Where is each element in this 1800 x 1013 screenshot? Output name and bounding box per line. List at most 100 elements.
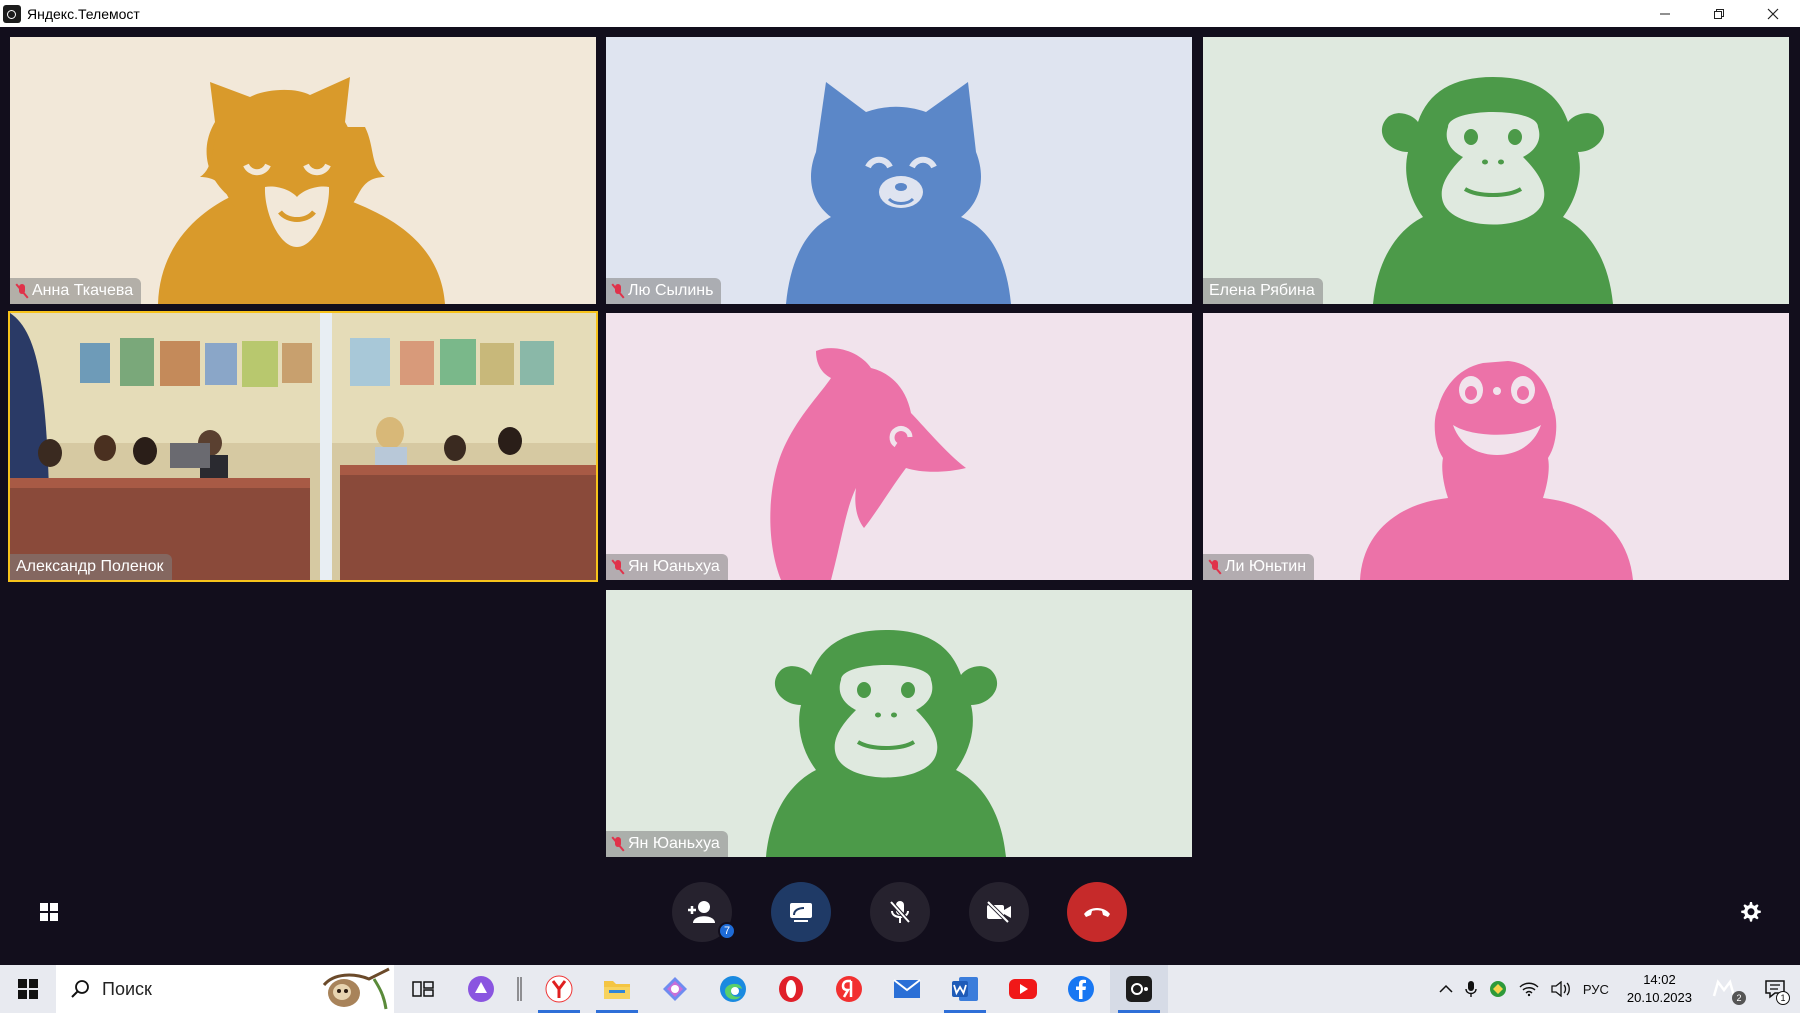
participant-tile-active-speaker[interactable]: Александр Поленок bbox=[8, 311, 598, 582]
notifications-button[interactable]: 1 bbox=[1750, 965, 1800, 1013]
clock-time: 14:02 bbox=[1643, 972, 1676, 987]
participant-tile[interactable]: Ян Юаньхуа bbox=[606, 313, 1192, 580]
speaker-icon bbox=[1551, 981, 1570, 997]
opera-icon bbox=[779, 976, 803, 1002]
participant-tile[interactable]: Ли Юньтин bbox=[1203, 313, 1789, 580]
facebook-button[interactable] bbox=[1052, 965, 1110, 1013]
camera-off-icon bbox=[986, 900, 1011, 924]
microphone-icon bbox=[1465, 981, 1477, 997]
participant-tile[interactable]: Анна Ткачева bbox=[10, 37, 596, 304]
grid-layout-icon bbox=[40, 903, 58, 921]
yandex-icon bbox=[836, 976, 862, 1002]
telemost-taskbar-button[interactable] bbox=[1110, 965, 1168, 1013]
green-shield-icon bbox=[1489, 981, 1506, 997]
cat-icon bbox=[606, 37, 1192, 304]
word-button[interactable] bbox=[936, 965, 994, 1013]
close-button[interactable] bbox=[1746, 0, 1800, 27]
add-participant-icon bbox=[688, 901, 715, 923]
clock-date: 20.10.2023 bbox=[1626, 990, 1692, 1005]
participant-name-tag: Ян Юаньхуа bbox=[606, 554, 728, 580]
opera-button[interactable] bbox=[762, 965, 820, 1013]
add-participant-button[interactable]: 7 bbox=[672, 882, 736, 942]
yandex-browser-icon bbox=[545, 975, 573, 1003]
participant-name-tag: Ян Юаньхуа bbox=[606, 831, 728, 857]
taskbar-divider bbox=[510, 965, 530, 1013]
minimize-button[interactable] bbox=[1638, 0, 1692, 27]
show-hidden-icons-button[interactable] bbox=[1433, 965, 1459, 1013]
camera-video-feed bbox=[10, 313, 596, 580]
participant-name-tag: Елена Рябина bbox=[1203, 278, 1323, 304]
mic-off-icon bbox=[612, 283, 624, 299]
edge-icon bbox=[720, 976, 746, 1002]
notification-count-badge: 1 bbox=[1776, 991, 1790, 1005]
mic-off-icon bbox=[612, 836, 624, 852]
alice-assistant-button[interactable] bbox=[452, 965, 510, 1013]
mail-icon bbox=[893, 979, 921, 998]
participant-name: Елена Рябина bbox=[1209, 282, 1315, 299]
settings-button[interactable] bbox=[1721, 882, 1781, 942]
video-grid: Анна Ткачева Лю Сылинь Елена Рябина Алек… bbox=[0, 27, 1800, 965]
alice-icon bbox=[468, 976, 494, 1002]
microphone-tray-button[interactable] bbox=[1459, 965, 1483, 1013]
participant-name: Ян Юаньхуа bbox=[628, 558, 720, 575]
task-view-button[interactable] bbox=[394, 965, 452, 1013]
windows-taskbar: Поиск РУС 14:02 20.10.2023 2 1 bbox=[0, 965, 1800, 1013]
mic-off-icon bbox=[1209, 559, 1221, 575]
task-view-icon bbox=[412, 981, 434, 997]
screen-share-icon bbox=[790, 903, 812, 922]
yandex-browser-button[interactable] bbox=[530, 965, 588, 1013]
close-icon bbox=[1767, 8, 1779, 19]
participant-name: Анна Ткачева bbox=[32, 282, 134, 299]
restore-button[interactable] bbox=[1692, 0, 1746, 27]
monkey-icon bbox=[606, 590, 1192, 857]
telemost-icon bbox=[1126, 976, 1152, 1002]
clock[interactable]: 14:02 20.10.2023 bbox=[1615, 971, 1704, 1007]
chevron-up-icon bbox=[1439, 984, 1453, 993]
network-tray-button[interactable] bbox=[1513, 965, 1545, 1013]
minimize-icon bbox=[1660, 13, 1670, 14]
window-title: Яндекс.Телемост bbox=[27, 5, 140, 22]
mic-off-icon bbox=[612, 559, 624, 575]
participant-tile[interactable]: Ян Юаньхуа bbox=[606, 590, 1192, 857]
participant-tile[interactable]: Лю Сылинь bbox=[606, 37, 1192, 304]
mic-off-icon bbox=[16, 283, 28, 299]
start-button[interactable] bbox=[0, 965, 56, 1013]
copilot-button[interactable] bbox=[646, 965, 704, 1013]
participant-name: Ян Юаньхуа bbox=[628, 835, 720, 852]
mail-button[interactable] bbox=[878, 965, 936, 1013]
grid-layout-button[interactable] bbox=[19, 882, 79, 942]
screen-share-button[interactable] bbox=[771, 882, 831, 942]
tray-app-badge: 2 bbox=[1732, 991, 1746, 1005]
hang-up-icon bbox=[1084, 908, 1110, 917]
language-indicator[interactable]: РУС bbox=[1577, 965, 1615, 1013]
file-explorer-button[interactable] bbox=[588, 965, 646, 1013]
edge-button[interactable] bbox=[704, 965, 762, 1013]
participant-name: Ли Юньтин bbox=[1225, 558, 1307, 575]
participant-tile[interactable]: Елена Рябина bbox=[1203, 37, 1789, 304]
tray-app-button[interactable]: 2 bbox=[1704, 965, 1750, 1013]
app-tray-button[interactable] bbox=[1483, 965, 1513, 1013]
participants-count-badge: 7 bbox=[718, 922, 736, 940]
frog-icon bbox=[1203, 313, 1789, 580]
windows-logo-icon bbox=[18, 979, 38, 999]
taskbar-search[interactable]: Поиск bbox=[56, 965, 394, 1013]
participant-name: Александр Поленок bbox=[16, 558, 164, 575]
sloth-search-highlight-icon bbox=[322, 967, 390, 1010]
participant-name-tag: Лю Сылинь bbox=[606, 278, 722, 304]
volume-tray-button[interactable] bbox=[1545, 965, 1577, 1013]
youtube-icon bbox=[1009, 979, 1037, 999]
youtube-button[interactable] bbox=[994, 965, 1052, 1013]
search-placeholder: Поиск bbox=[102, 978, 152, 999]
word-icon bbox=[952, 977, 978, 1001]
settings-icon bbox=[1741, 902, 1761, 922]
restore-icon bbox=[1714, 8, 1724, 19]
wifi-icon bbox=[1519, 982, 1539, 997]
window-controls bbox=[1638, 0, 1800, 27]
camera-toggle-button[interactable] bbox=[969, 882, 1029, 942]
monkey-icon bbox=[1203, 37, 1789, 304]
mic-toggle-button[interactable] bbox=[870, 882, 930, 942]
hang-up-button[interactable] bbox=[1067, 882, 1127, 942]
folder-icon bbox=[604, 981, 630, 999]
yandex-button[interactable] bbox=[820, 965, 878, 1013]
system-tray: РУС 14:02 20.10.2023 2 1 bbox=[1433, 965, 1800, 1013]
